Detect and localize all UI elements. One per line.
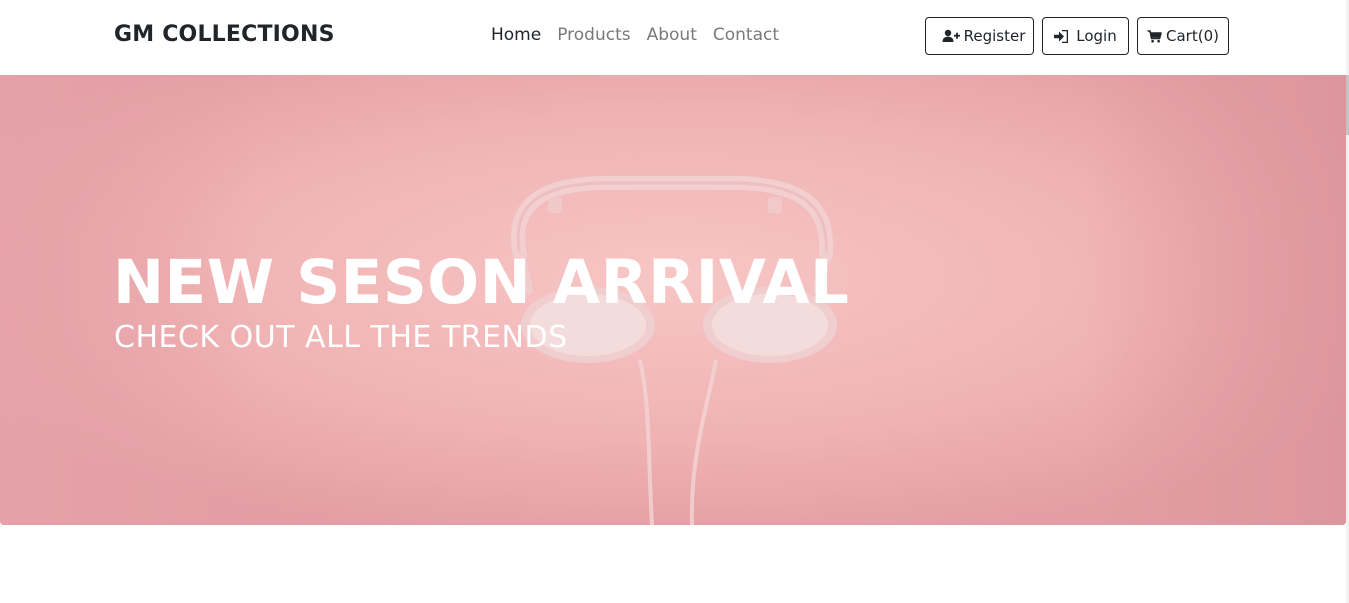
page: GM COLLECTIONS Home Products About Conta…	[0, 0, 1349, 603]
nav-links: Home Products About Contact	[491, 25, 795, 45]
nav-link-contact[interactable]: Contact	[713, 25, 779, 45]
hero-banner: NEW SESON ARRIVAL CHECK OUT ALL THE TREN…	[0, 75, 1346, 525]
hero-subtitle: CHECK OUT ALL THE TRENDS	[114, 320, 568, 355]
login-button[interactable]: Login	[1042, 17, 1129, 55]
cart-icon	[1147, 29, 1162, 43]
nav-link-about[interactable]: About	[647, 25, 697, 45]
login-label: Login	[1076, 27, 1117, 45]
cart-label: Cart(0)	[1166, 27, 1219, 45]
hero-title: NEW SESON ARRIVAL	[113, 247, 850, 318]
register-button[interactable]: Register	[925, 17, 1034, 55]
nav-link-home[interactable]: Home	[491, 25, 541, 45]
nav-buttons: Register Login Cart(0)	[925, 17, 1229, 55]
brand-logo[interactable]: GM COLLECTIONS	[114, 22, 335, 47]
nav-link-products[interactable]: Products	[557, 25, 630, 45]
sign-in-icon	[1054, 29, 1069, 43]
register-label: Register	[963, 27, 1026, 45]
navbar: GM COLLECTIONS Home Products About Conta…	[0, 0, 1346, 75]
cart-button[interactable]: Cart(0)	[1137, 17, 1229, 55]
user-plus-icon	[942, 29, 960, 43]
